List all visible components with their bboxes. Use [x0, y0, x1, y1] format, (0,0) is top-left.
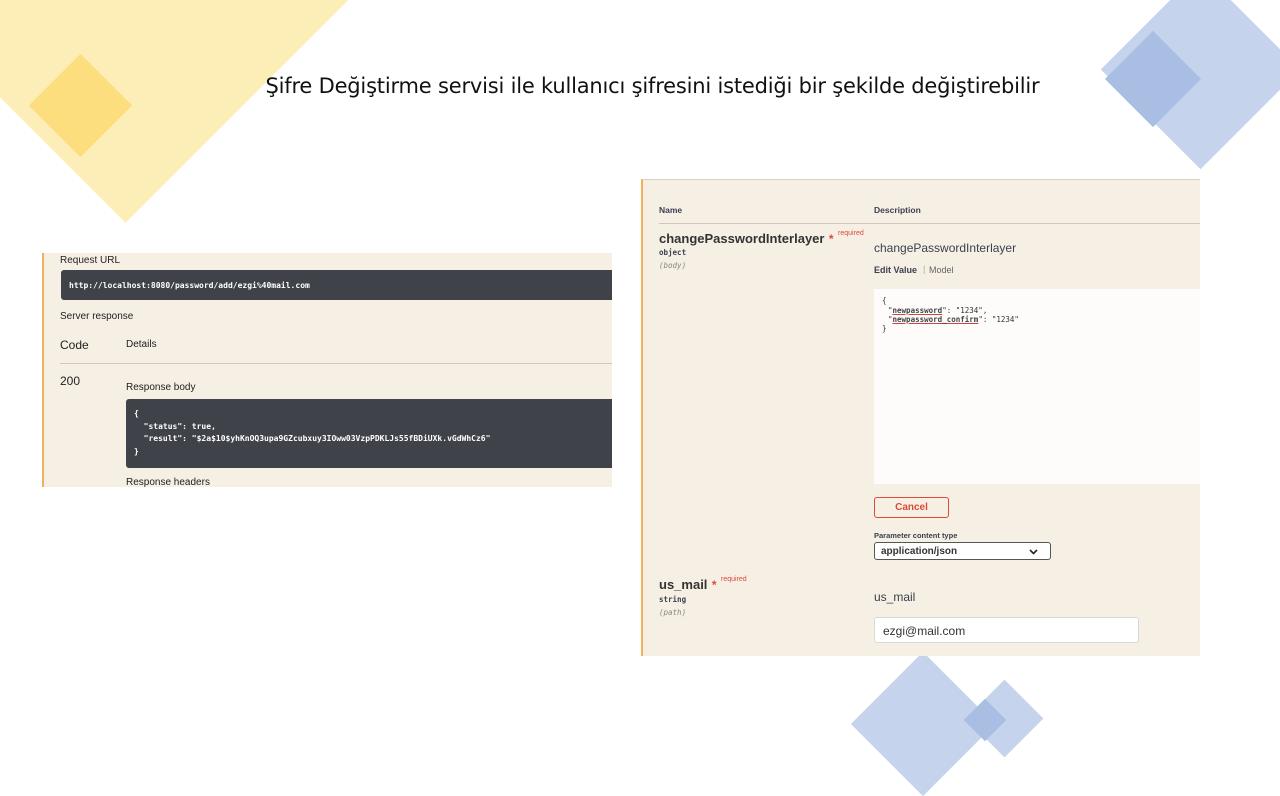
- json-open-brace: {: [882, 296, 887, 305]
- request-url-label: Request URL: [60, 255, 121, 266]
- request-url-box[interactable]: http://localhost:8080/password/add/ezgi%…: [61, 270, 612, 300]
- response-body-line-1: {: [134, 409, 139, 418]
- required-label: required: [838, 230, 864, 237]
- us-mail-value: ezgi@mail.com: [883, 624, 966, 638]
- param-description: changePasswordInterlayer: [874, 241, 1017, 255]
- tab-separator: |: [923, 264, 926, 274]
- param-location: (body): [659, 261, 687, 270]
- content-type-value: application/json: [881, 546, 958, 557]
- json-editor-textarea[interactable]: { "newpassword": "1234", "newpassword_co…: [874, 289, 1200, 484]
- response-body-line-4: }: [134, 447, 139, 456]
- param-name: changePasswordInterlayer: [659, 231, 825, 246]
- response-headers-label: Response headers: [126, 477, 210, 487]
- us-mail-input[interactable]: ezgi@mail.com: [874, 617, 1139, 643]
- server-response-screenshot: Request URL http://localhost:8080/passwo…: [42, 253, 612, 487]
- response-body-line-3: "result": "$2a$10$yhKnOQ3upa9GZcubxuy3IO…: [134, 434, 491, 443]
- json-close-brace: }: [882, 324, 887, 333]
- param-type: object: [659, 248, 687, 257]
- description-column-header: Description: [874, 205, 921, 215]
- param-description: us_mail: [874, 590, 916, 604]
- param-location: (path): [659, 608, 687, 617]
- response-body-box[interactable]: { "status": true, "result": "$2a$10$yhKn…: [126, 399, 612, 468]
- required-star: *: [711, 578, 717, 592]
- model-tab[interactable]: Model: [929, 265, 954, 275]
- response-body-line-2: "status": true,: [134, 422, 216, 431]
- header-divider: [60, 363, 612, 364]
- parameters-screenshot: Name Description changePasswordInterlaye…: [641, 179, 1200, 656]
- details-header: Details: [126, 339, 157, 350]
- chevron-down-icon: [1029, 549, 1038, 555]
- param-change-password: changePasswordInterlayer * required: [659, 230, 864, 248]
- server-response-label: Server response: [60, 311, 134, 322]
- response-body-label: Response body: [126, 382, 196, 393]
- required-star: *: [828, 232, 834, 246]
- param-us-mail: us_mail * required: [659, 576, 747, 594]
- cancel-button[interactable]: Cancel: [874, 497, 949, 518]
- json-line-2: "newpassword_confirm": "1234": [888, 315, 1019, 324]
- code-header: Code: [60, 338, 89, 352]
- required-label: required: [721, 576, 747, 583]
- content-type-label: Parameter content type: [874, 531, 958, 540]
- content-type-select[interactable]: application/json: [874, 542, 1051, 560]
- param-type: string: [659, 595, 687, 604]
- request-url-value: http://localhost:8080/password/add/ezgi%…: [69, 281, 310, 290]
- json-line-1: "newpassword": "1234",: [888, 306, 988, 315]
- response-code: 200: [60, 374, 81, 388]
- name-column-header: Name: [659, 205, 683, 215]
- slide-title: Şifre Değiştirme servisi ile kullanıcı ş…: [265, 74, 1040, 98]
- param-name: us_mail: [659, 577, 708, 592]
- params-header-divider: [659, 223, 1200, 224]
- edit-value-tab[interactable]: Edit Value: [874, 265, 917, 275]
